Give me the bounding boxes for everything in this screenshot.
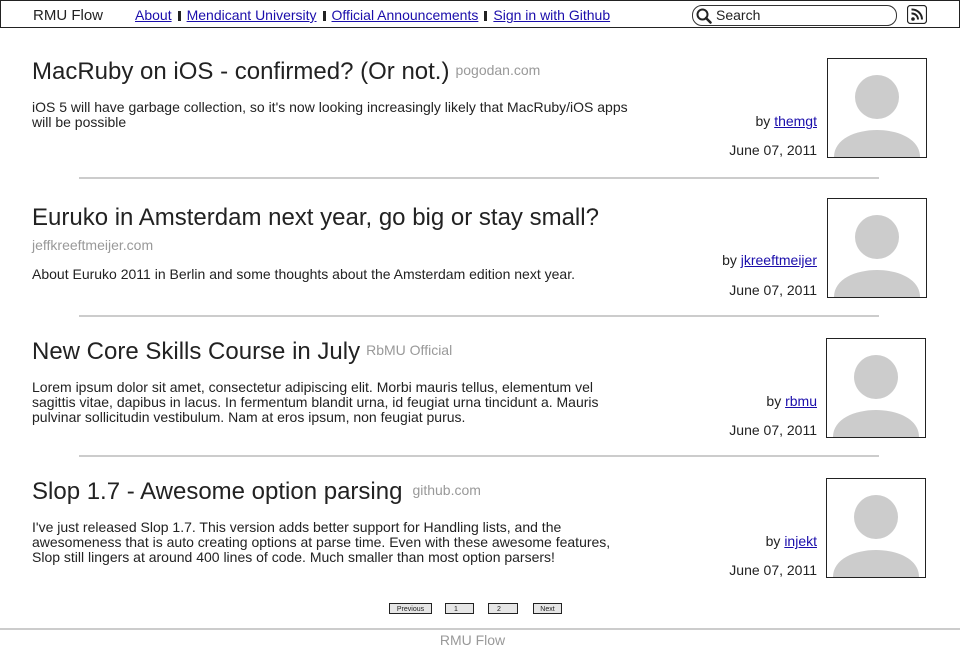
post-source: pogodan.com (455, 62, 541, 78)
post-byline: by rbmu (766, 393, 817, 409)
footer-text: RMU Flow (439, 632, 506, 648)
avatar[interactable] (826, 478, 926, 578)
nav-link-mendicant-university[interactable]: Mendicant University (187, 7, 317, 23)
search-icon (696, 8, 712, 24)
post-title-link[interactable]: Euruko in Amsterdam next year, go big or… (32, 204, 599, 231)
avatar[interactable] (826, 338, 926, 438)
nav-link-official-announcements[interactable]: Official Announcements (332, 7, 479, 23)
post-excerpt: Lorem ipsum dolor sit amet, consectetur … (32, 379, 599, 425)
divider (79, 315, 879, 317)
post-source: jeffkreeftmeijer.com (32, 237, 154, 253)
post-byline: by themgt (756, 113, 818, 129)
avatar-placeholder-icon (833, 495, 919, 577)
post-source: github.com (412, 482, 481, 498)
post-byline: by injekt (766, 533, 817, 549)
avatar-placeholder-icon (834, 215, 920, 297)
nav-separator (177, 11, 181, 21)
post-title-link[interactable]: MacRuby on iOS - confirmed? (Or not.) (32, 58, 449, 85)
top-navigation-bar: RMU Flow About Mendicant University Offici… (0, 0, 960, 28)
post-date: June 07, 2011 (729, 422, 817, 438)
nav-link-sign-in-github[interactable]: Sign in with Github (493, 7, 610, 23)
footer-divider (0, 628, 960, 630)
byline-prefix: by (766, 393, 782, 409)
post-excerpt: I've just released Slop 1.7. This versio… (32, 519, 611, 565)
post-source: RbMU Official (366, 342, 453, 358)
author-link[interactable]: jkreeftmeijer (741, 252, 817, 268)
avatar[interactable] (827, 58, 927, 158)
avatar-placeholder-icon (834, 75, 920, 157)
post-title-link[interactable]: New Core Skills Course in July (32, 338, 360, 365)
brand-logo[interactable]: RMU Flow (33, 7, 103, 24)
post-title: New Core Skills Course in July RbMU Offic… (32, 338, 452, 366)
post-date: June 07, 2011 (729, 562, 817, 578)
post-excerpt: iOS 5 will have garbage collection, so i… (32, 99, 628, 130)
divider (79, 177, 879, 179)
post-byline: by jkreeftmeijer (722, 252, 817, 268)
divider (79, 455, 879, 457)
byline-prefix: by (765, 533, 781, 549)
post-date: June 07, 2011 (729, 282, 817, 298)
next-page-button[interactable]: Next (533, 603, 562, 614)
author-link[interactable]: themgt (774, 113, 817, 129)
author-link[interactable]: injekt (784, 533, 817, 549)
post-title: Euruko in Amsterdam next year, go big or… (32, 204, 599, 232)
avatar[interactable] (827, 198, 927, 298)
post-title: MacRuby on iOS - confirmed? (Or not.) pog… (32, 58, 540, 86)
avatar-placeholder-icon (833, 355, 919, 437)
search-box[interactable] (692, 5, 897, 26)
nav-separator (484, 11, 488, 21)
post-title-link[interactable]: Slop 1.7 - Awesome option parsing (32, 478, 402, 505)
author-link[interactable]: rbmu (785, 393, 817, 409)
main-nav: About Mendicant University Official Announ… (135, 7, 610, 23)
search-input[interactable] (716, 6, 886, 24)
page-1-button[interactable]: 1 (445, 603, 474, 614)
post-title: Slop 1.7 - Awesome option parsing github.… (32, 478, 481, 506)
byline-prefix: by (722, 252, 737, 268)
nav-link-about[interactable]: About (135, 7, 172, 23)
nav-separator (322, 11, 326, 21)
post-date: June 07, 2011 (729, 142, 817, 158)
pagination: Previous 1 2 Next (0, 603, 960, 615)
rss-feed-icon[interactable] (907, 5, 927, 24)
page-2-button[interactable]: 2 (488, 603, 518, 614)
byline-prefix: by (755, 113, 771, 129)
previous-page-button[interactable]: Previous (389, 603, 432, 614)
post-excerpt: About Euruko 2011 in Berlin and some tho… (32, 266, 575, 282)
